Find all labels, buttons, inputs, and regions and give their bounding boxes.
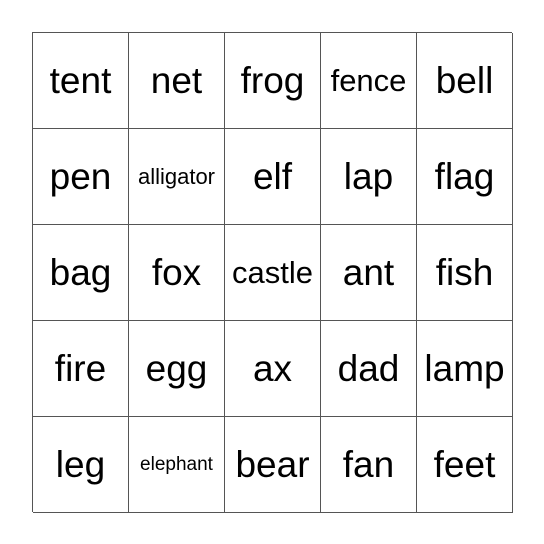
bingo-cell[interactable]: frog	[225, 33, 321, 129]
bingo-cell[interactable]: lamp	[417, 321, 513, 417]
bingo-cell[interactable]: dad	[321, 321, 417, 417]
bingo-cell[interactable]: alligator	[129, 129, 225, 225]
bingo-cell[interactable]: flag	[417, 129, 513, 225]
bingo-cell[interactable]: fox	[129, 225, 225, 321]
bingo-cell[interactable]: pen	[33, 129, 129, 225]
bingo-cell[interactable]: ax	[225, 321, 321, 417]
bingo-cell[interactable]: net	[129, 33, 225, 129]
bingo-cell[interactable]: bear	[225, 417, 321, 513]
bingo-cell[interactable]: ant	[321, 225, 417, 321]
bingo-cell[interactable]: elf	[225, 129, 321, 225]
bingo-cell[interactable]: fan	[321, 417, 417, 513]
bingo-cell[interactable]: bell	[417, 33, 513, 129]
bingo-cell[interactable]: fish	[417, 225, 513, 321]
bingo-cell[interactable]: tent	[33, 33, 129, 129]
bingo-cell[interactable]: castle	[225, 225, 321, 321]
bingo-cell[interactable]: leg	[33, 417, 129, 513]
bingo-board: tent net frog fence bell pen alligator elf lap fl…	[32, 32, 513, 513]
bingo-cell[interactable]: lap	[321, 129, 417, 225]
bingo-cell[interactable]: fire	[33, 321, 129, 417]
bingo-cell[interactable]: egg	[129, 321, 225, 417]
bingo-cell[interactable]: elephant	[129, 417, 225, 513]
bingo-cell[interactable]: fence	[321, 33, 417, 129]
bingo-cell[interactable]: feet	[417, 417, 513, 513]
bingo-cell[interactable]: bag	[33, 225, 129, 321]
